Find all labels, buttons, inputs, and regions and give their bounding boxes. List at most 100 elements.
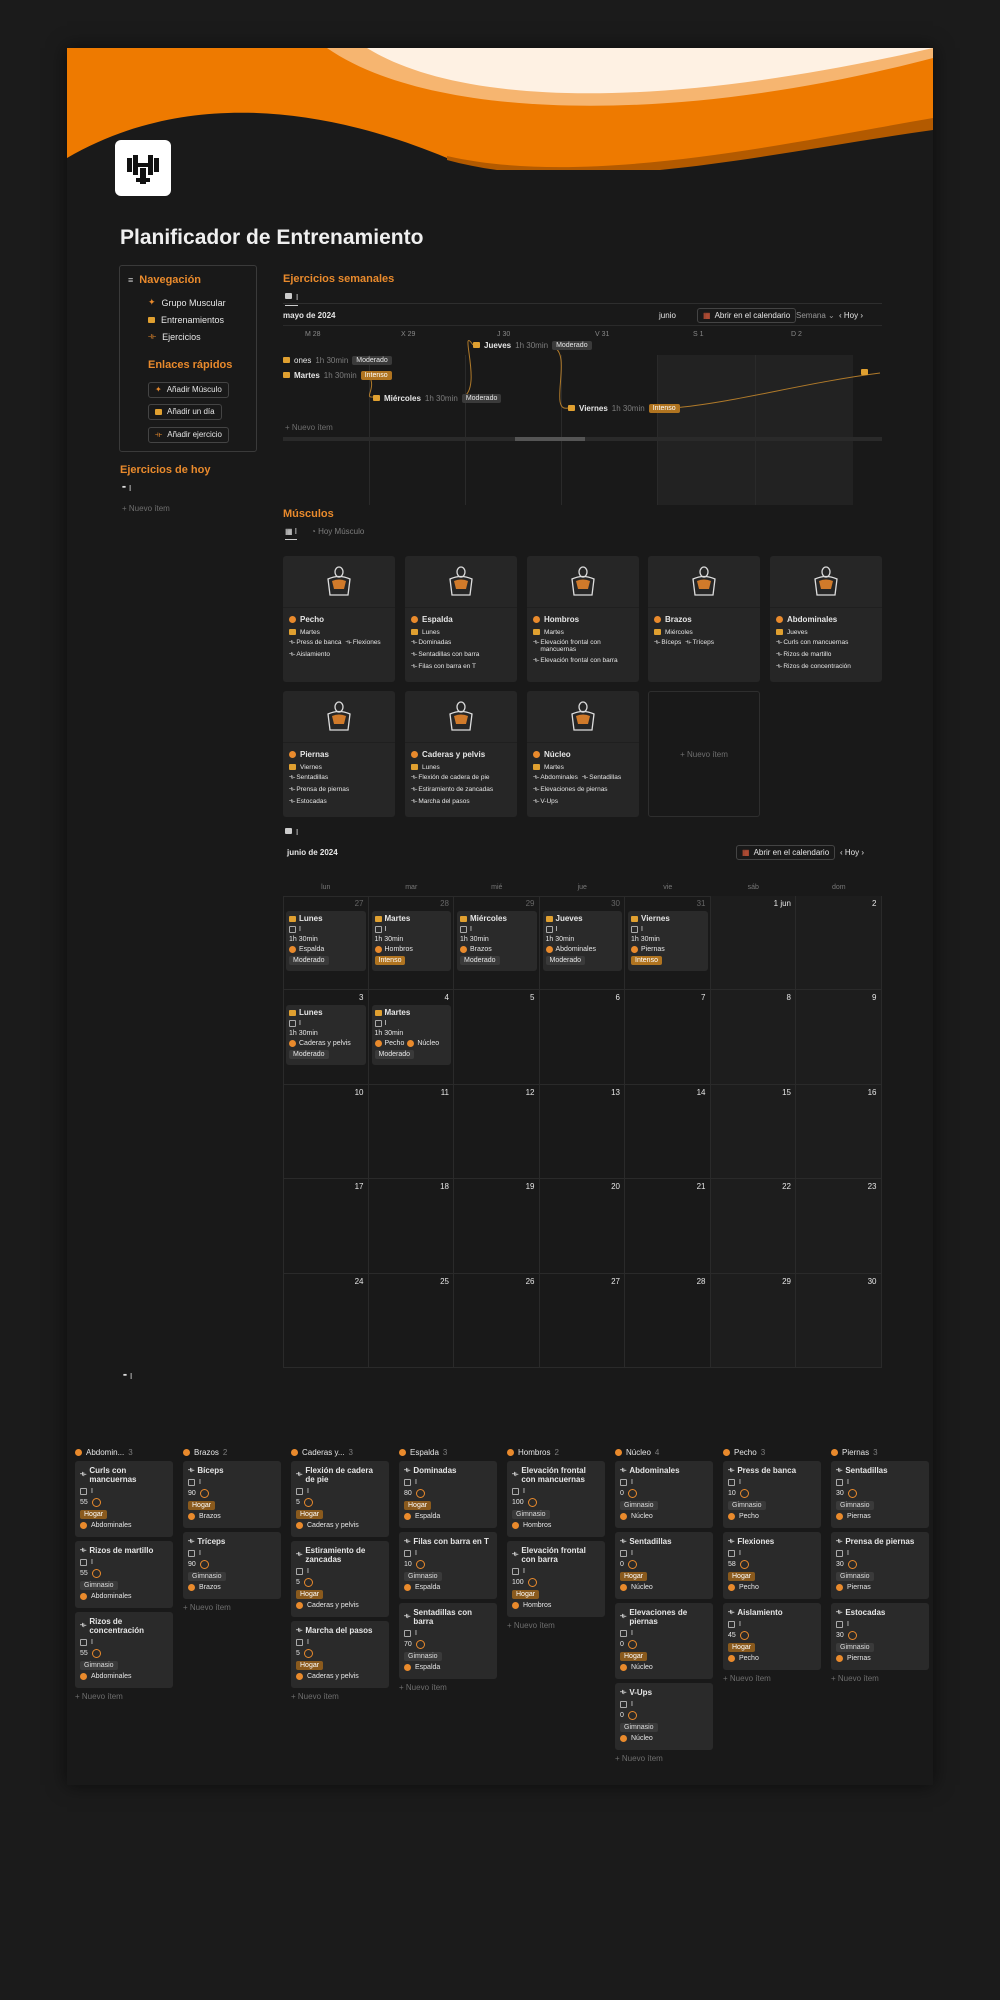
calendar-day[interactable]: 17 — [283, 1179, 369, 1274]
board-card[interactable]: ⟛ Tríceps I 90 Gimnasio Brazos — [183, 1532, 281, 1599]
checkbox[interactable] — [289, 1020, 296, 1028]
checkbox[interactable] — [296, 1639, 303, 1646]
exercise-link[interactable]: ⟛ Abdominales — [533, 774, 578, 782]
calendar-day[interactable]: 7 — [625, 990, 711, 1085]
checkbox[interactable] — [836, 1479, 843, 1486]
board-column-header[interactable]: Espalda 3 — [399, 1443, 497, 1461]
calendar-event[interactable]: Lunes I 1h 30min Espalda Moderado — [286, 911, 366, 971]
board-card[interactable]: ⟛ Press de banca I 10 Gimnasio Pecho — [723, 1461, 821, 1528]
checkbox[interactable] — [620, 1479, 627, 1486]
calendar-day[interactable]: 16 — [796, 1084, 882, 1180]
board-card[interactable]: ⟛ Prensa de piernas I 30 Gimnasio Piernas — [831, 1532, 929, 1599]
checkbox[interactable] — [512, 1568, 519, 1575]
muscle-card[interactable]: Espalda Lunes ⟛ Dominadas ⟛ Sentadillas con b… — [405, 556, 517, 682]
exercise-link[interactable]: ⟛ Estocadas — [289, 798, 327, 806]
board-new-item[interactable]: + Nuevo ítem — [831, 1674, 929, 1683]
calendar-day[interactable]: 29 — [710, 1273, 796, 1368]
calendar-day[interactable]: 23 — [796, 1179, 882, 1274]
board-new-item[interactable]: + Nuevo ítem — [75, 1692, 173, 1701]
calendar-day[interactable]: 26 — [454, 1273, 540, 1368]
calendar-event[interactable]: Lunes I 1h 30min Caderas y pelvis Moderado — [286, 1005, 366, 1066]
calendar-day[interactable]: 15 — [710, 1084, 796, 1180]
exercise-link[interactable]: ⟛ Filas con barra en T — [411, 663, 476, 671]
exercise-link[interactable]: ⟛ Bíceps — [654, 639, 681, 647]
timeline-new-item[interactable]: + Nuevo ítem — [285, 423, 333, 432]
timeline-item[interactable]: Martes 1h 30min Intenso — [283, 368, 392, 382]
exercise-link[interactable]: ⟛ Dominadas — [411, 639, 451, 647]
exercise-link[interactable]: ⟛ V-Ups — [533, 798, 558, 806]
add-exercise-button[interactable]: ⟛ Añadir ejercicio — [148, 426, 229, 443]
calendar-day[interactable]: 27 — [539, 1273, 625, 1368]
checkbox[interactable] — [404, 1479, 411, 1486]
checkbox[interactable] — [374, 926, 382, 933]
board-column-header[interactable]: Hombros 2 — [507, 1443, 605, 1461]
exercise-link[interactable]: ⟛ Rizos de martillo — [776, 651, 831, 659]
calendar-day[interactable]: 6 — [539, 990, 625, 1085]
timeline-item[interactable]: Miércoles 1h 30min Moderado — [373, 391, 502, 405]
calendar-day[interactable]: 22 — [710, 1179, 796, 1274]
exercise-link[interactable]: ⟛ Sentadillas con barra — [411, 651, 479, 659]
board-new-item[interactable]: + Nuevo ítem — [507, 1621, 605, 1630]
board-new-item[interactable]: + Nuevo ítem — [615, 1754, 713, 1763]
muscle-card[interactable]: Pecho Martes ⟛ Press de banca ⟛ Flexiones ⟛ Ais… — [283, 556, 395, 682]
board-view-tab[interactable]: ▪▪ I — [123, 1372, 132, 1381]
today-view-tab[interactable]: ▪▪ I — [122, 484, 131, 493]
calendar-day[interactable]: 30 — [796, 1273, 882, 1368]
board-card[interactable]: ⟛ Elevación frontal con mancuernas I 100 Gim… — [507, 1461, 605, 1537]
board-card[interactable]: ⟛ Estocadas I 30 Gimnasio Piernas — [831, 1603, 929, 1670]
board-card[interactable]: ⟛ Elevación frontal con barra I 100 Hogar Hom… — [507, 1541, 605, 1617]
nav-item-grupo-muscular[interactable]: ✦ Grupo Muscular — [148, 294, 248, 311]
muscle-card[interactable]: Núcleo Martes ⟛ Abdominales ⟛ Sentadillas ⟛ Ele… — [527, 691, 639, 817]
board-card[interactable]: ⟛ Rizos de martillo I 55 Gimnasio Abdominales — [75, 1541, 173, 1608]
calendar-day[interactable]: 11 — [368, 1084, 454, 1180]
exercise-link[interactable]: ⟛ Sentadillas — [582, 774, 621, 782]
muscle-card[interactable]: Abdominales Jueves ⟛ Curls con mancuernas ⟛ R… — [770, 556, 882, 682]
calendar-day[interactable]: 18 — [368, 1179, 454, 1274]
exercise-link[interactable]: ⟛ Elevación frontal con barra — [533, 657, 618, 665]
exercise-link[interactable]: ⟛ Elevaciones de piernas — [533, 786, 608, 794]
checkbox[interactable] — [620, 1550, 627, 1557]
calendar-event[interactable]: Viernes I 1h 30min Piernas Intenso — [628, 911, 708, 971]
checkbox[interactable] — [836, 1550, 843, 1557]
checkbox[interactable] — [545, 926, 553, 933]
board-new-item[interactable]: + Nuevo ítem — [723, 1674, 821, 1683]
calendar-day[interactable]: 14 — [625, 1084, 711, 1180]
board-column-header[interactable]: Núcleo 4 — [615, 1443, 713, 1461]
board-card[interactable]: ⟛ V-Ups I 0 Gimnasio Núcleo — [615, 1683, 713, 1750]
calendar-day[interactable]: 25 — [368, 1273, 454, 1368]
calendar-day[interactable]: 24 — [283, 1273, 369, 1368]
calendar-event[interactable]: Martes I 1h 30min Hombros Intenso — [371, 911, 451, 971]
board-card[interactable]: ⟛ Flexión de cadera de pie I 5 Hogar Caderas … — [291, 1461, 389, 1537]
exercise-link[interactable]: ⟛ Flexiones — [346, 639, 381, 647]
add-muscle-button[interactable]: ✦ Añadir Músculo — [148, 381, 229, 398]
checkbox[interactable] — [728, 1621, 735, 1628]
calendar-day[interactable]: 28 — [625, 1273, 711, 1368]
exercise-link[interactable]: ⟛ Press de banca — [289, 639, 342, 647]
checkbox[interactable] — [620, 1630, 627, 1637]
checkbox[interactable] — [80, 1488, 87, 1495]
timeline-item[interactable]: Viernes 1h 30min Intenso — [568, 401, 680, 415]
calendar-day[interactable]: 12 — [454, 1084, 540, 1180]
calendar-day[interactable]: 9 — [796, 990, 882, 1085]
muscle-card[interactable]: Piernas Viernes ⟛ Sentadillas ⟛ Prensa de pie… — [283, 691, 395, 817]
board-card[interactable]: ⟛ Rizos de concentración I 55 Gimnasio Abdomi… — [75, 1612, 173, 1688]
calendar-today-button[interactable]: ‹ Hoy › — [840, 848, 864, 857]
tab-gallery[interactable]: ▦ I — [285, 527, 298, 540]
board-card[interactable]: ⟛ Curls con mancuernas I 55 Hogar Abdominales — [75, 1461, 173, 1537]
open-calendar-button[interactable]: ▦ Abrir en el calendario — [736, 845, 836, 860]
calendar-day[interactable]: 20 — [539, 1179, 625, 1274]
checkbox[interactable] — [404, 1630, 411, 1637]
calendar-day[interactable]: 5 — [454, 990, 540, 1085]
checkbox[interactable] — [188, 1479, 195, 1486]
checkbox[interactable] — [80, 1559, 87, 1566]
board-card[interactable]: ⟛ Sentadillas I 0 Hogar Núcleo — [615, 1532, 713, 1599]
calendar-event[interactable]: Jueves I 1h 30min Abdominales Moderado — [542, 911, 622, 971]
checkbox[interactable] — [289, 926, 296, 933]
timeline-item[interactable]: Jueves 1h 30min Moderado — [473, 338, 592, 352]
board-card[interactable]: ⟛ Elevaciones de piernas I 0 Hogar Núcleo — [615, 1603, 713, 1679]
calendar-day[interactable]: 1 jun — [710, 896, 796, 991]
nav-item-ejercicios[interactable]: ⟛ Ejercicios — [148, 328, 248, 345]
board-card[interactable]: ⟛ Filas con barra en T I 10 Gimnasio Espalda — [399, 1532, 497, 1599]
calendar-day[interactable]: 8 — [710, 990, 796, 1085]
checkbox[interactable] — [512, 1488, 519, 1495]
